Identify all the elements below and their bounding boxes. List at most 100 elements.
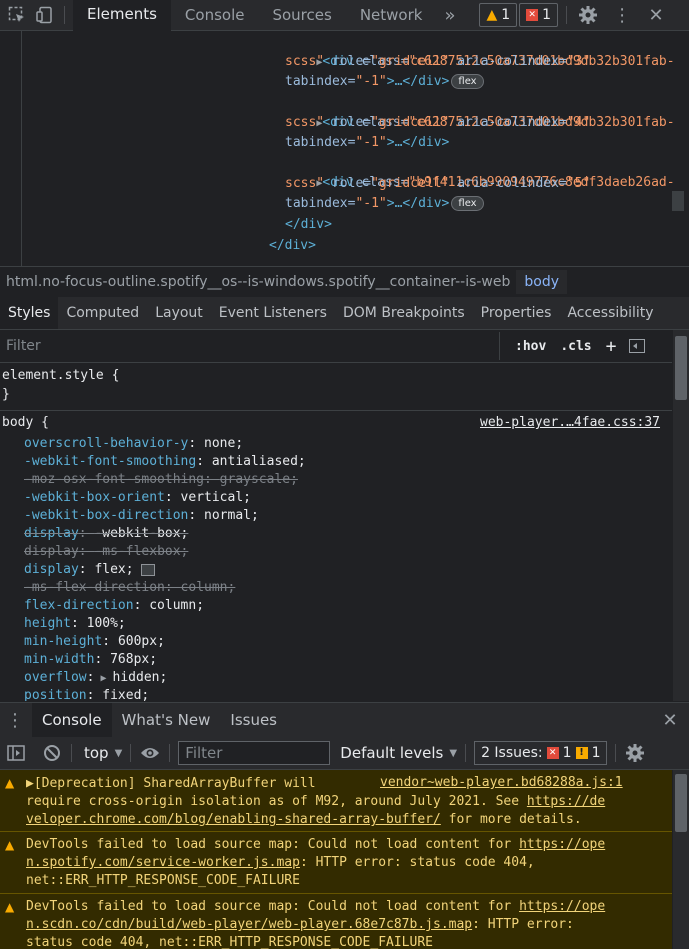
- message-url-link[interactable]: https://ope: [519, 837, 605, 852]
- tab-accessibility[interactable]: Accessibility: [559, 297, 661, 329]
- warnings-counter[interactable]: ▲ 1: [479, 3, 518, 27]
- css-property-overridden[interactable]: -ms-flex-direction: column;: [24, 579, 235, 597]
- property-value[interactable]: 768px;: [110, 652, 157, 667]
- console-warning-message[interactable]: ▲ ▶[Deprecation] SharedArrayBuffer will …: [0, 770, 672, 832]
- property-name[interactable]: height: [24, 616, 71, 631]
- property-value[interactable]: vertical;: [181, 490, 251, 505]
- property-value[interactable]: antialiased;: [212, 454, 306, 469]
- css-property[interactable]: flex-direction: column;: [24, 597, 204, 615]
- cls-button[interactable]: .cls: [553, 339, 598, 354]
- drawer-tab-issues[interactable]: Issues: [220, 703, 287, 737]
- eye-icon[interactable]: [139, 742, 161, 764]
- property-value[interactable]: -ms-flexbox;: [94, 544, 188, 559]
- inspect-element-icon[interactable]: [6, 4, 28, 26]
- css-property[interactable]: height: 100%;: [24, 615, 126, 633]
- flex-badge[interactable]: flex: [451, 196, 484, 211]
- property-name[interactable]: -webkit-box-direction: [24, 508, 188, 523]
- css-property[interactable]: overflow: ▶ hidden;: [24, 669, 167, 687]
- hov-button[interactable]: :hov: [508, 339, 553, 354]
- property-name[interactable]: -moz-osx-font-smoothing: [24, 472, 204, 487]
- property-name[interactable]: display: [24, 544, 79, 559]
- device-toolbar-icon[interactable]: [34, 4, 56, 26]
- css-property[interactable]: -webkit-box-orient: vertical;: [24, 489, 251, 507]
- console-scrollbar-thumb[interactable]: [675, 774, 687, 832]
- property-name[interactable]: flex-direction: [24, 598, 134, 613]
- property-value[interactable]: column;: [149, 598, 204, 613]
- tab-layout[interactable]: Layout: [147, 297, 211, 329]
- dom-node-line[interactable]: ▶<div class="b9f411c6b990949776c8edf3dae…: [285, 153, 674, 190]
- css-property[interactable]: overscroll-behavior-y: none;: [24, 435, 243, 453]
- tab-elements[interactable]: Elements: [73, 0, 171, 31]
- console-scrollbar[interactable]: [673, 770, 689, 949]
- dom-node-line[interactable]: ▶<div class="c6287512c50a737d01bd9db32b3…: [285, 93, 674, 130]
- property-name[interactable]: -ms-flex-direction: [24, 580, 165, 595]
- css-property[interactable]: -webkit-box-direction: normal;: [24, 507, 259, 525]
- message-url-link[interactable]: n.spotify.com/service-worker.js.map: [26, 855, 300, 870]
- errors-counter[interactable]: ✕ 1: [519, 3, 559, 27]
- close-icon[interactable]: ✕: [645, 4, 667, 26]
- clear-console-icon[interactable]: [41, 742, 63, 764]
- message-source-link[interactable]: vendor~web-player.bd68288a.js:1: [380, 775, 623, 790]
- toggle-sidebar-icon[interactable]: [629, 339, 646, 353]
- styles-filter-input[interactable]: Filter: [0, 332, 500, 360]
- message-url-link[interactable]: veloper.chrome.com/blog/enabling-shared-…: [26, 812, 441, 827]
- console-filter-input[interactable]: Filter: [178, 741, 331, 765]
- property-name[interactable]: overscroll-behavior-y: [24, 436, 188, 451]
- console-settings-gear-icon[interactable]: [624, 742, 646, 764]
- tab-console[interactable]: Console: [171, 0, 259, 30]
- drawer-menu-icon[interactable]: ⋮: [4, 709, 26, 731]
- css-property[interactable]: position: fixed;: [24, 687, 149, 701]
- more-tabs-button[interactable]: »: [436, 0, 463, 30]
- tab-properties[interactable]: Properties: [473, 297, 560, 329]
- property-value[interactable]: none;: [204, 436, 243, 451]
- new-rule-button[interactable]: +: [599, 336, 624, 357]
- tab-event-listeners[interactable]: Event Listeners: [211, 297, 335, 329]
- sidebar-toggle-icon[interactable]: [5, 742, 27, 764]
- stylesheet-source-link[interactable]: web-player.…4fae.css:37: [480, 414, 660, 432]
- property-value[interactable]: normal;: [204, 508, 259, 523]
- tab-sources[interactable]: Sources: [258, 0, 345, 30]
- expand-triangle-icon[interactable]: ▶: [94, 673, 112, 684]
- message-url-link[interactable]: https://ope: [519, 899, 605, 914]
- css-property[interactable]: min-height: 600px;: [24, 633, 165, 651]
- property-name[interactable]: min-width: [24, 652, 94, 667]
- flexbox-editor-icon[interactable]: [141, 563, 156, 576]
- styles-scrollbar[interactable]: [673, 330, 689, 701]
- tab-dom-breakpoints[interactable]: DOM Breakpoints: [335, 297, 473, 329]
- console-warning-message[interactable]: ▲ DevTools failed to load source map: Co…: [0, 832, 672, 894]
- property-name[interactable]: -webkit-box-orient: [24, 490, 165, 505]
- css-property-overridden[interactable]: -moz-osx-font-smoothing: grayscale;: [24, 471, 298, 489]
- property-value[interactable]: 100%;: [87, 616, 126, 631]
- property-name[interactable]: -webkit-font-smoothing: [24, 454, 196, 469]
- property-value[interactable]: hidden;: [113, 670, 168, 685]
- css-property[interactable]: min-width: 768px;: [24, 651, 157, 669]
- tab-computed[interactable]: Computed: [58, 297, 147, 329]
- console-warning-message[interactable]: ▲ DevTools failed to load source map: Co…: [0, 894, 672, 949]
- gear-icon[interactable]: [577, 4, 599, 26]
- drawer-tab-whats-new[interactable]: What's New: [112, 703, 221, 737]
- flex-badge[interactable]: flex: [451, 74, 484, 89]
- dom-node-line[interactable]: ▶<div class="c6287512c50a737d01bd9db32b3…: [285, 32, 674, 69]
- css-property-overridden[interactable]: display: -ms-flexbox;: [24, 543, 188, 561]
- drawer-tab-console[interactable]: Console: [32, 703, 112, 737]
- css-property[interactable]: display: flex;: [24, 561, 156, 579]
- property-value[interactable]: column;: [181, 580, 236, 595]
- log-levels-dropdown[interactable]: Default levels ▼: [340, 744, 457, 762]
- property-value[interactable]: grayscale;: [220, 472, 298, 487]
- breadcrumb-body[interactable]: body: [516, 270, 568, 294]
- styles-scrollbar-thumb[interactable]: [675, 336, 687, 400]
- property-name[interactable]: min-height: [24, 634, 102, 649]
- property-name[interactable]: position: [24, 688, 87, 701]
- issues-counter[interactable]: 2 Issues: ✕ 1 ! 1: [474, 741, 608, 765]
- elements-scrollbar-thumb[interactable]: [672, 191, 684, 211]
- kebab-menu-icon[interactable]: ⋮: [611, 4, 633, 26]
- property-value[interactable]: -webkit-box;: [94, 526, 188, 541]
- tab-network[interactable]: Network: [346, 0, 437, 30]
- property-value[interactable]: flex;: [94, 562, 133, 577]
- property-name[interactable]: overflow: [24, 670, 87, 685]
- property-name[interactable]: display: [24, 526, 79, 541]
- message-url-link[interactable]: https://de: [527, 794, 605, 809]
- property-name[interactable]: display: [24, 562, 79, 577]
- css-property-overridden[interactable]: display: -webkit-box;: [24, 525, 188, 543]
- css-property[interactable]: -webkit-font-smoothing: antialiased;: [24, 453, 306, 471]
